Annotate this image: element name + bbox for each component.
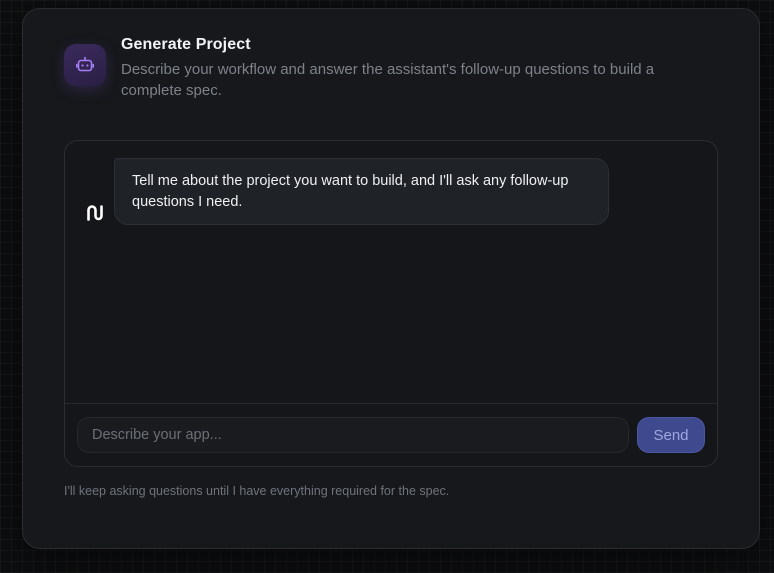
send-button[interactable]: Send — [637, 417, 705, 453]
page-subtitle: Describe your workflow and answer the as… — [121, 61, 655, 99]
chat-panel: Tell me about the project you want to bu… — [64, 140, 718, 467]
robot-icon — [64, 44, 106, 86]
assistant-logo-icon — [83, 201, 107, 225]
footer-note: I'll keep asking questions until I have … — [64, 484, 450, 498]
generate-project-card: Generate Project Describe your workflow … — [22, 8, 760, 549]
message-input-wrapper[interactable] — [77, 417, 629, 453]
assistant-message-bubble: Tell me about the project you want to bu… — [114, 158, 609, 225]
message-input[interactable] — [78, 418, 628, 452]
composer-divider — [65, 403, 717, 404]
page-title: Generate Project — [121, 36, 251, 53]
